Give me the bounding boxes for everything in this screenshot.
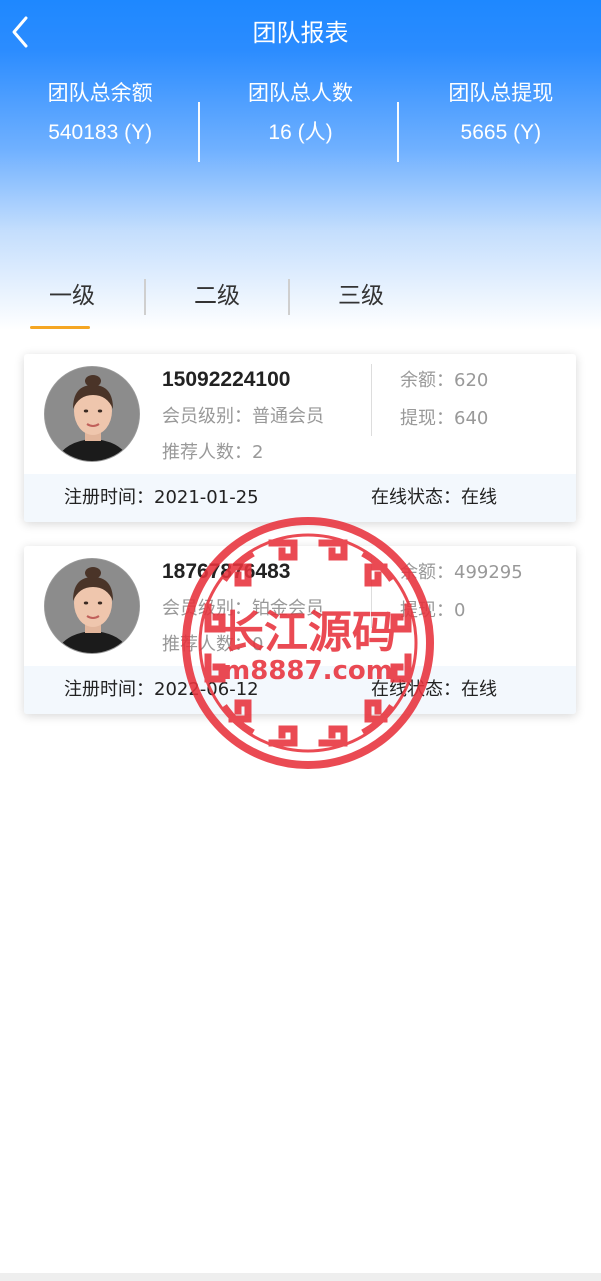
online-status: 在线状态：在线 xyxy=(371,679,497,700)
member-level: 会员级别：铂金会员 xyxy=(162,598,324,619)
team-report-page: 团队报表 团队总余额 540183 (Y) 团队总人数 16 (人) 团队总提现… xyxy=(0,0,601,1281)
avatar xyxy=(44,366,140,462)
active-tab-indicator xyxy=(30,326,90,329)
card-divider xyxy=(371,556,372,628)
member-card[interactable]: 18767876483 会员级别：铂金会员 推荐人数：0 余额：499295 提… xyxy=(24,546,576,714)
stat-divider xyxy=(198,102,200,162)
avatar xyxy=(44,558,140,654)
tab-level-2[interactable]: 二级 xyxy=(157,274,277,330)
tab-level-1[interactable]: 一级 xyxy=(12,274,132,330)
member-balance: 余额：499295 xyxy=(400,562,523,583)
stat-value: 540183 (Y) xyxy=(48,121,153,144)
member-phone: 18767876483 xyxy=(162,560,291,583)
level-tabs: 一级 二级 三级 xyxy=(0,274,601,330)
member-referrals: 推荐人数：0 xyxy=(162,634,264,655)
tab-label: 一级 xyxy=(49,283,95,309)
tab-level-3[interactable]: 三级 xyxy=(301,274,421,330)
stat-label: 团队总余额 xyxy=(47,81,153,105)
stat-value: 16 (人) xyxy=(268,121,333,144)
navbar: 团队报表 xyxy=(0,0,601,66)
stat-total-members: 团队总人数 16 (人) xyxy=(200,78,400,164)
tab-label: 二级 xyxy=(194,283,240,309)
member-balance: 余额：620 xyxy=(400,370,489,391)
tab-divider xyxy=(288,279,290,315)
member-referrals: 推荐人数：2 xyxy=(162,442,264,463)
card-divider xyxy=(371,364,372,436)
member-level: 会员级别：普通会员 xyxy=(162,406,324,427)
tab-label: 三级 xyxy=(338,283,384,309)
stat-value: 5665 (Y) xyxy=(460,121,542,144)
member-card[interactable]: 15092224100 会员级别：普通会员 推荐人数：2 余额：620 提现：6… xyxy=(24,354,576,522)
stat-label: 团队总人数 xyxy=(247,81,353,105)
stat-divider xyxy=(397,102,399,162)
page-title: 团队报表 xyxy=(252,19,349,47)
register-time: 注册时间：2021-01-25 xyxy=(64,487,259,508)
card-footer: 注册时间：2022-06-12 在线状态：在线 xyxy=(24,666,576,714)
register-time: 注册时间：2022-06-12 xyxy=(64,679,259,700)
bottom-strip xyxy=(0,1273,601,1281)
team-stats: 团队总余额 540183 (Y) 团队总人数 16 (人) 团队总提现 5665… xyxy=(0,78,601,164)
stat-label: 团队总提现 xyxy=(448,81,554,105)
member-phone: 15092224100 xyxy=(162,368,291,391)
tab-divider xyxy=(144,279,146,315)
stat-total-balance: 团队总余额 540183 (Y) xyxy=(0,78,200,164)
online-status: 在线状态：在线 xyxy=(371,487,497,508)
member-withdraw: 提现：640 xyxy=(400,408,489,429)
member-withdraw: 提现：0 xyxy=(400,600,466,621)
stat-total-withdraw: 团队总提现 5665 (Y) xyxy=(401,78,601,164)
card-footer: 注册时间：2021-01-25 在线状态：在线 xyxy=(24,474,576,522)
